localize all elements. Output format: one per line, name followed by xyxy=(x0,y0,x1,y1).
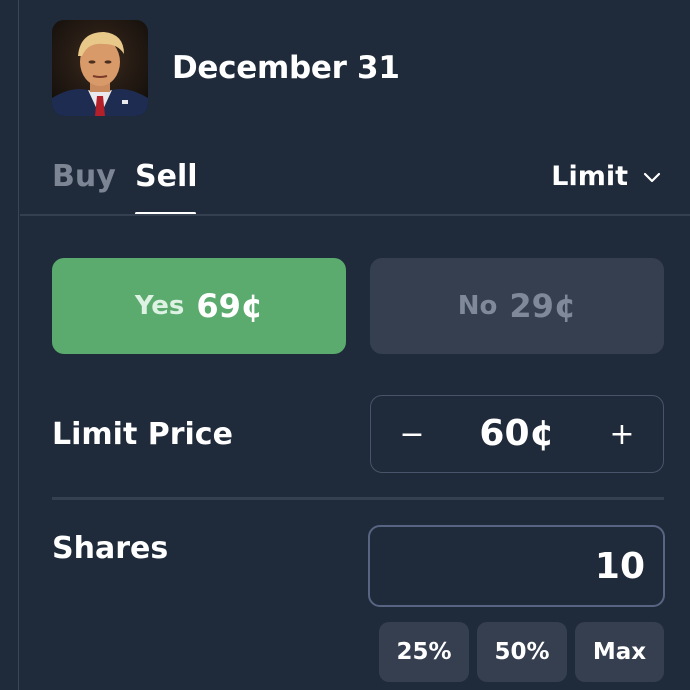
market-title: December 31 xyxy=(172,50,400,86)
yes-outcome-button[interactable]: Yes 69¢ xyxy=(52,258,346,354)
tab-sell[interactable]: Sell xyxy=(135,154,198,200)
quick-max-button[interactable]: Max xyxy=(575,622,664,682)
order-type-label: Limit xyxy=(551,161,628,192)
tab-buy[interactable]: Buy xyxy=(52,154,116,200)
limit-price-label: Limit Price xyxy=(52,417,233,452)
quick-50-percent-button[interactable]: 50% xyxy=(477,622,567,682)
limit-price-stepper: − 60¢ + xyxy=(370,395,664,473)
tabs-divider xyxy=(20,214,690,216)
market-thumbnail xyxy=(52,20,148,116)
yes-price: 69¢ xyxy=(196,287,264,325)
yes-label: Yes xyxy=(134,291,185,321)
no-outcome-button[interactable]: No 29¢ xyxy=(370,258,664,354)
limit-price-value[interactable]: 60¢ xyxy=(441,396,593,472)
portrait-avatar-icon xyxy=(52,20,148,116)
decrement-price-button[interactable]: − xyxy=(377,396,447,472)
shares-input[interactable] xyxy=(368,525,665,607)
shares-label: Shares xyxy=(52,531,169,566)
chevron-down-icon xyxy=(643,172,661,183)
section-divider xyxy=(52,497,664,500)
increment-price-button[interactable]: + xyxy=(587,396,657,472)
quick-25-percent-button[interactable]: 25% xyxy=(379,622,469,682)
no-label: No xyxy=(457,291,498,321)
no-price: 29¢ xyxy=(509,287,577,325)
order-type-dropdown[interactable]: Limit xyxy=(551,154,662,200)
